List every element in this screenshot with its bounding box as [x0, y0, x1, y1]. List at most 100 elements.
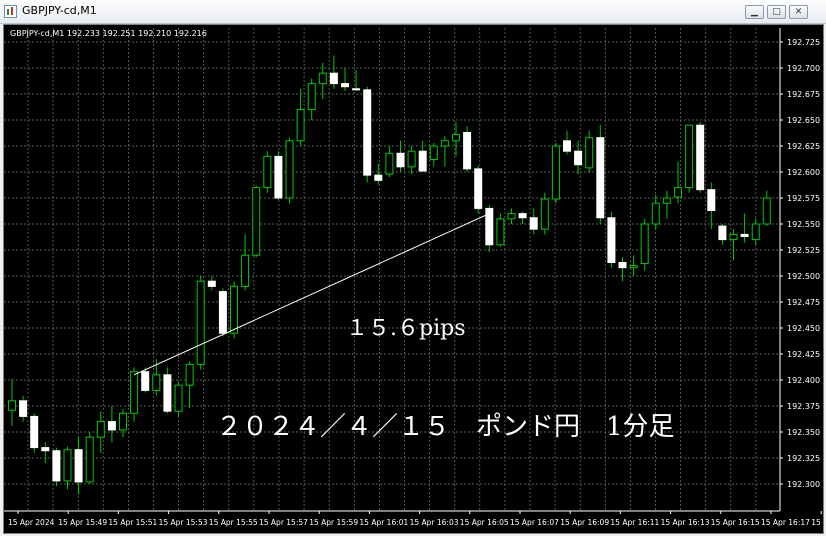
candle [518, 211, 527, 224]
candle-body-bull [685, 124, 694, 189]
price-tick-label: 192.500 [787, 272, 820, 281]
candle [685, 124, 694, 193]
candle-body-bull [551, 145, 560, 200]
time-tick-label: 15 Apr 16:07 [510, 518, 559, 527]
candle-body-bull [185, 363, 194, 386]
minimize-button[interactable]: ▁ [745, 5, 764, 19]
time-tick-label: 15 Apr 16:03 [410, 518, 459, 527]
candle-body-bear [141, 371, 150, 391]
time-tick-label: 15 Apr 16:05 [460, 518, 509, 527]
candle-body-bull [318, 72, 327, 85]
candle-body-bear [607, 217, 616, 263]
candle [196, 276, 205, 370]
candle-body-bull [307, 83, 316, 111]
candle-body-bull [507, 213, 516, 220]
price-tick-label: 192.450 [787, 324, 820, 333]
price-tick-label: 192.700 [787, 64, 820, 73]
candle-body-bear [474, 168, 483, 209]
candle [440, 135, 449, 167]
candle-body-bear [374, 174, 383, 181]
price-tick-label: 192.650 [787, 116, 820, 125]
close-icon: ✕ [794, 7, 803, 17]
candle [285, 137, 294, 204]
candle-body-bear [529, 217, 538, 230]
candle-body-bear [618, 261, 627, 269]
candle [19, 395, 28, 422]
candle-body-bear [341, 83, 349, 88]
candle [485, 205, 494, 253]
candle-body-bear [696, 124, 705, 191]
price-tick-label: 192.425 [787, 350, 820, 359]
candle [119, 409, 127, 438]
candle [296, 88, 305, 146]
candle-body-bear [363, 89, 372, 176]
candle [363, 86, 372, 183]
price-tick-label: 192.600 [787, 168, 820, 177]
candle [74, 437, 83, 495]
candle [107, 406, 116, 443]
close-button[interactable]: ✕ [789, 5, 808, 19]
candle-body-bear [74, 449, 83, 483]
candle [85, 432, 94, 484]
candle [429, 142, 438, 167]
pips-annotation: １５.６pips [346, 316, 466, 341]
candle [540, 192, 549, 235]
candle [662, 190, 671, 219]
price-tick-label: 192.475 [787, 298, 820, 307]
candle [63, 446, 72, 490]
candle [385, 146, 394, 178]
time-tick-label: 15 Apr 15:49 [58, 518, 107, 527]
time-tick-label: 15 Apr 15:51 [108, 518, 157, 527]
candle-body-bear [207, 280, 216, 287]
candle [374, 163, 383, 185]
time-tick-label: 15 Apr 2024 [8, 518, 55, 527]
candle-body-bull [762, 197, 771, 225]
time-tick-label: 15 Apr 15:55 [209, 518, 258, 527]
candle [651, 194, 660, 230]
window-titlebar[interactable]: GBPJPY-cd,M1 ▁ □ ✕ [0, 0, 826, 24]
price-axis: 192.725 192.700 192.675 192.650 192.625 192.6… [780, 38, 820, 489]
candle-body-bull [285, 140, 294, 199]
candle [496, 213, 505, 247]
candle-body-bear [163, 374, 172, 412]
price-tick-label: 192.675 [787, 90, 820, 99]
candle [41, 442, 50, 464]
candle-body-bear [396, 152, 405, 168]
candle [218, 288, 227, 337]
candle-body-bull [96, 421, 105, 438]
candle [352, 70, 361, 91]
maximize-button[interactable]: □ [767, 5, 786, 19]
candle-body-bear [107, 421, 116, 431]
price-tick-label: 192.325 [787, 454, 820, 463]
candle-body-bull [230, 285, 238, 334]
candle [507, 208, 516, 224]
candle-body-bull [8, 400, 16, 411]
chart-window[interactable]: 192.725 192.700 192.675 192.650 192.625 192.6… [3, 24, 824, 534]
candle [751, 218, 760, 245]
candle [551, 142, 560, 204]
candle [130, 367, 139, 422]
time-tick-label: 15 Apr 15:59 [309, 518, 358, 527]
trendline[interactable] [133, 213, 490, 376]
candle-body-bear [19, 400, 28, 417]
candle [463, 126, 472, 172]
candle-body-bear [518, 213, 527, 219]
candle [185, 361, 194, 409]
candle-body-bull [540, 198, 549, 230]
candle-body-bear [52, 450, 61, 482]
candle [341, 68, 349, 91]
candle-body-bear [718, 225, 727, 241]
candle [52, 447, 61, 487]
candle [640, 218, 649, 271]
candle-body-bull [407, 150, 416, 168]
candle-body-bull [640, 223, 649, 265]
candle-body-bear [352, 88, 361, 91]
candle [274, 151, 283, 201]
candle [607, 211, 616, 268]
candle-body-bull [585, 137, 594, 169]
candle-body-bull [452, 134, 460, 142]
window-title: GBPJPY-cd,M1 [22, 4, 97, 17]
candle-body-bull [119, 412, 127, 431]
candle-body-bull [252, 187, 261, 256]
price-chart[interactable]: 192.725 192.700 192.675 192.650 192.625 192.6… [4, 25, 823, 533]
